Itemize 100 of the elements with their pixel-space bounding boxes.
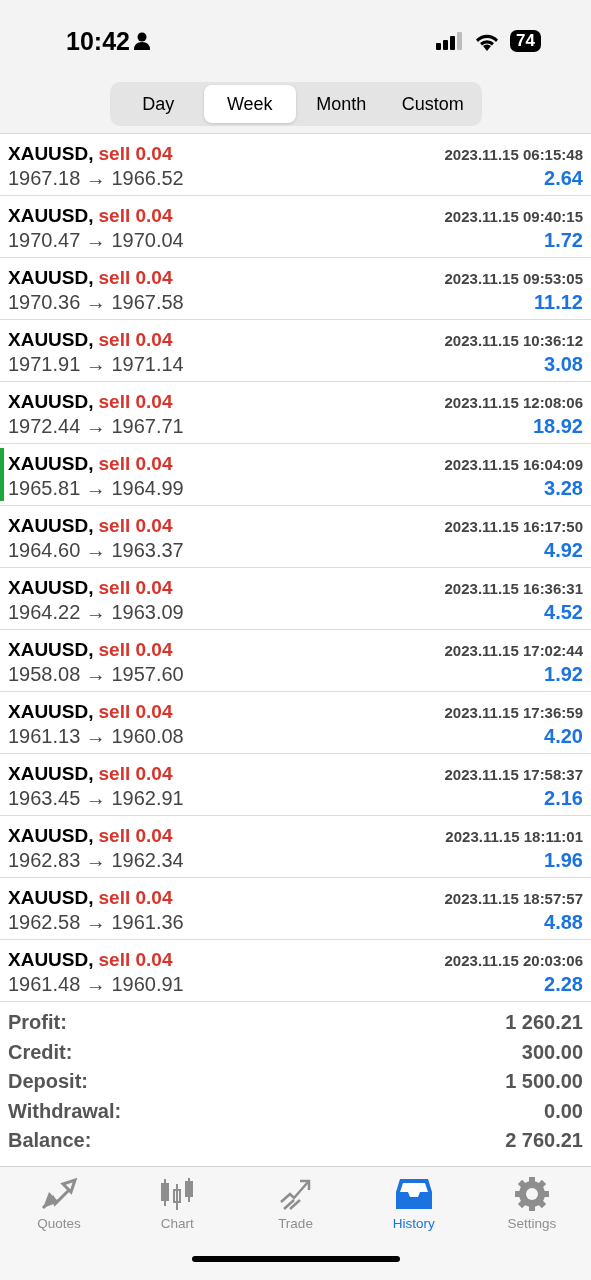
deal-row[interactable]: XAUUSD, sell 0.04 2023.11.15 17:58:37 1963.45 → 1962.91 2.16 bbox=[0, 754, 591, 816]
deal-time: 2023.11.15 17:58:37 bbox=[444, 766, 583, 783]
deal-symbol: XAUUSD, bbox=[8, 577, 94, 598]
inbox-icon bbox=[393, 1176, 434, 1212]
deal-time: 2023.11.15 09:53:05 bbox=[444, 270, 583, 287]
summary-value: 1 260.21 bbox=[505, 1011, 583, 1035]
deal-time: 2023.11.15 16:17:50 bbox=[444, 518, 583, 535]
deal-symbol: XAUUSD, bbox=[8, 205, 94, 226]
deal-symbol: XAUUSD, bbox=[8, 825, 94, 846]
deal-prices: 1962.83 → 1962.34 bbox=[8, 849, 184, 872]
deal-side: sell 0.04 bbox=[98, 453, 173, 474]
deal-profit: 2.64 bbox=[544, 167, 583, 190]
deal-side: sell 0.04 bbox=[98, 701, 173, 722]
deal-row[interactable]: XAUUSD, sell 0.04 2023.11.15 16:04:09 1965.81 → 1964.99 3.28 bbox=[0, 444, 591, 506]
deal-prices: 1958.08 → 1957.60 bbox=[8, 663, 184, 686]
deal-time: 2023.11.15 16:04:09 bbox=[444, 456, 583, 473]
deal-side: sell 0.04 bbox=[98, 267, 173, 288]
deal-symbol: XAUUSD, bbox=[8, 763, 94, 784]
deal-profit: 11.12 bbox=[534, 291, 583, 314]
period-tab[interactable]: Day bbox=[112, 85, 204, 123]
deal-prices: 1967.18 → 1966.52 bbox=[8, 167, 184, 190]
deal-row[interactable]: XAUUSD, sell 0.04 2023.11.15 17:02:44 1958.08 → 1957.60 1.92 bbox=[0, 630, 591, 692]
period-tab[interactable]: Month bbox=[295, 85, 387, 123]
summary-label: Credit: bbox=[8, 1040, 73, 1064]
deal-time: 2023.11.15 20:03:06 bbox=[444, 952, 583, 969]
deal-time: 2023.11.15 09:40:15 bbox=[444, 208, 583, 225]
deal-side: sell 0.04 bbox=[98, 949, 173, 970]
deal-row[interactable]: XAUUSD, sell 0.04 2023.11.15 09:40:15 1970.47 → 1970.04 1.72 bbox=[0, 196, 591, 258]
deal-time: 2023.11.15 18:11:01 bbox=[445, 828, 583, 845]
deal-side: sell 0.04 bbox=[98, 639, 173, 660]
deal-side: sell 0.04 bbox=[98, 763, 173, 784]
summary-value: 1 500.00 bbox=[505, 1070, 583, 1094]
deal-profit: 2.28 bbox=[544, 973, 583, 996]
deal-prices: 1970.36 → 1967.58 bbox=[8, 291, 184, 314]
deal-profit: 4.88 bbox=[544, 911, 583, 934]
deal-symbol: XAUUSD, bbox=[8, 329, 94, 350]
deal-prices: 1965.81 → 1964.99 bbox=[8, 477, 184, 500]
deal-time: 2023.11.15 17:36:59 bbox=[444, 704, 583, 721]
deal-symbol: XAUUSD, bbox=[8, 701, 94, 722]
deal-prices: 1964.22 → 1963.09 bbox=[8, 601, 184, 624]
deal-symbol: XAUUSD, bbox=[8, 515, 94, 536]
nav-tab[interactable]: History bbox=[354, 1175, 473, 1232]
deal-profit: 4.52 bbox=[544, 601, 583, 624]
deal-time: 2023.11.15 17:02:44 bbox=[444, 642, 583, 659]
deal-side: sell 0.04 bbox=[98, 825, 173, 846]
deal-profit: 3.08 bbox=[544, 353, 583, 376]
deal-row[interactable]: XAUUSD, sell 0.04 2023.11.15 17:36:59 1961.13 → 1960.08 4.20 bbox=[0, 692, 591, 754]
deal-side: sell 0.04 bbox=[98, 577, 173, 598]
deal-prices: 1971.91 → 1971.14 bbox=[8, 353, 184, 376]
deal-side: sell 0.04 bbox=[98, 329, 173, 350]
deal-prices: 1963.45 → 1962.91 bbox=[8, 787, 184, 810]
person-icon bbox=[133, 32, 150, 50]
deal-symbol: XAUUSD, bbox=[8, 267, 94, 288]
deal-row[interactable]: XAUUSD, sell 0.04 2023.11.15 20:03:06 1961.48 → 1960.91 2.28 bbox=[0, 940, 591, 1002]
deal-side: sell 0.04 bbox=[98, 143, 173, 164]
deal-side: sell 0.04 bbox=[98, 515, 173, 536]
deal-profit: 1.72 bbox=[544, 229, 583, 252]
deal-prices: 1964.60 → 1963.37 bbox=[8, 539, 184, 562]
deal-symbol: XAUUSD, bbox=[8, 143, 94, 164]
deal-profit: 3.28 bbox=[544, 477, 583, 500]
deal-profit: 18.92 bbox=[532, 415, 583, 438]
summary-label: Withdrawal: bbox=[8, 1099, 122, 1123]
deal-time: 2023.11.15 16:36:31 bbox=[444, 580, 583, 597]
deal-side: sell 0.04 bbox=[98, 205, 173, 226]
deal-symbol: XAUUSD, bbox=[8, 391, 94, 412]
deal-side: sell 0.04 bbox=[98, 887, 173, 908]
summary-label: Deposit: bbox=[8, 1070, 88, 1094]
arrows-icon bbox=[39, 1176, 80, 1212]
deal-row[interactable]: XAUUSD, sell 0.04 2023.11.15 18:57:57 1962.58 → 1961.36 4.88 bbox=[0, 878, 591, 940]
period-tab[interactable]: Custom bbox=[387, 85, 479, 123]
deal-symbol: XAUUSD, bbox=[8, 949, 94, 970]
deal-time: 2023.11.15 18:57:57 bbox=[444, 890, 583, 907]
clock-time: 10:42 bbox=[66, 26, 130, 56]
deal-row[interactable]: XAUUSD, sell 0.04 2023.11.15 10:36:12 1971.91 → 1971.14 3.08 bbox=[0, 320, 591, 382]
deal-row[interactable]: XAUUSD, sell 0.04 2023.11.15 18:11:01 1962.83 → 1962.34 1.96 bbox=[0, 816, 591, 878]
deal-symbol: XAUUSD, bbox=[8, 453, 94, 474]
deal-symbol: XAUUSD, bbox=[8, 887, 94, 908]
deal-row[interactable]: XAUUSD, sell 0.04 2023.11.15 06:15:48 1967.18 → 1966.52 2.64 bbox=[0, 134, 591, 196]
deal-row[interactable]: XAUUSD, sell 0.04 2023.11.15 12:08:06 1972.44 → 1967.71 18.92 bbox=[0, 382, 591, 444]
deal-prices: 1961.48 → 1960.91 bbox=[8, 973, 184, 996]
signal-icon bbox=[436, 32, 465, 50]
deal-row[interactable]: XAUUSD, sell 0.04 2023.11.15 16:36:31 1964.22 → 1963.09 4.52 bbox=[0, 568, 591, 630]
summary-label: Profit: bbox=[8, 1011, 67, 1035]
summary-value: 0.00 bbox=[544, 1099, 583, 1123]
deal-profit: 1.96 bbox=[544, 849, 583, 872]
deal-time: 2023.11.15 12:08:06 bbox=[444, 394, 583, 411]
deal-profit: 4.92 bbox=[544, 539, 583, 562]
deal-prices: 1961.13 → 1960.08 bbox=[8, 725, 184, 748]
deal-profit: 2.16 bbox=[544, 787, 583, 810]
deal-side: sell 0.04 bbox=[98, 391, 173, 412]
deal-symbol: XAUUSD, bbox=[8, 639, 94, 660]
deal-time: 2023.11.15 10:36:12 bbox=[444, 332, 583, 349]
deal-row[interactable]: XAUUSD, sell 0.04 2023.11.15 16:17:50 1964.60 → 1963.37 4.92 bbox=[0, 506, 591, 568]
deal-profit: 4.20 bbox=[544, 725, 583, 748]
deal-prices: 1962.58 → 1961.36 bbox=[8, 911, 184, 934]
deal-prices: 1972.44 → 1967.71 bbox=[8, 415, 184, 438]
period-tab[interactable]: Week bbox=[204, 85, 296, 123]
deal-row[interactable]: XAUUSD, sell 0.04 2023.11.15 09:53:05 1970.36 → 1967.58 11.12 bbox=[0, 258, 591, 320]
summary-value: 300.00 bbox=[521, 1040, 583, 1064]
summary-label: Balance: bbox=[8, 1129, 92, 1153]
